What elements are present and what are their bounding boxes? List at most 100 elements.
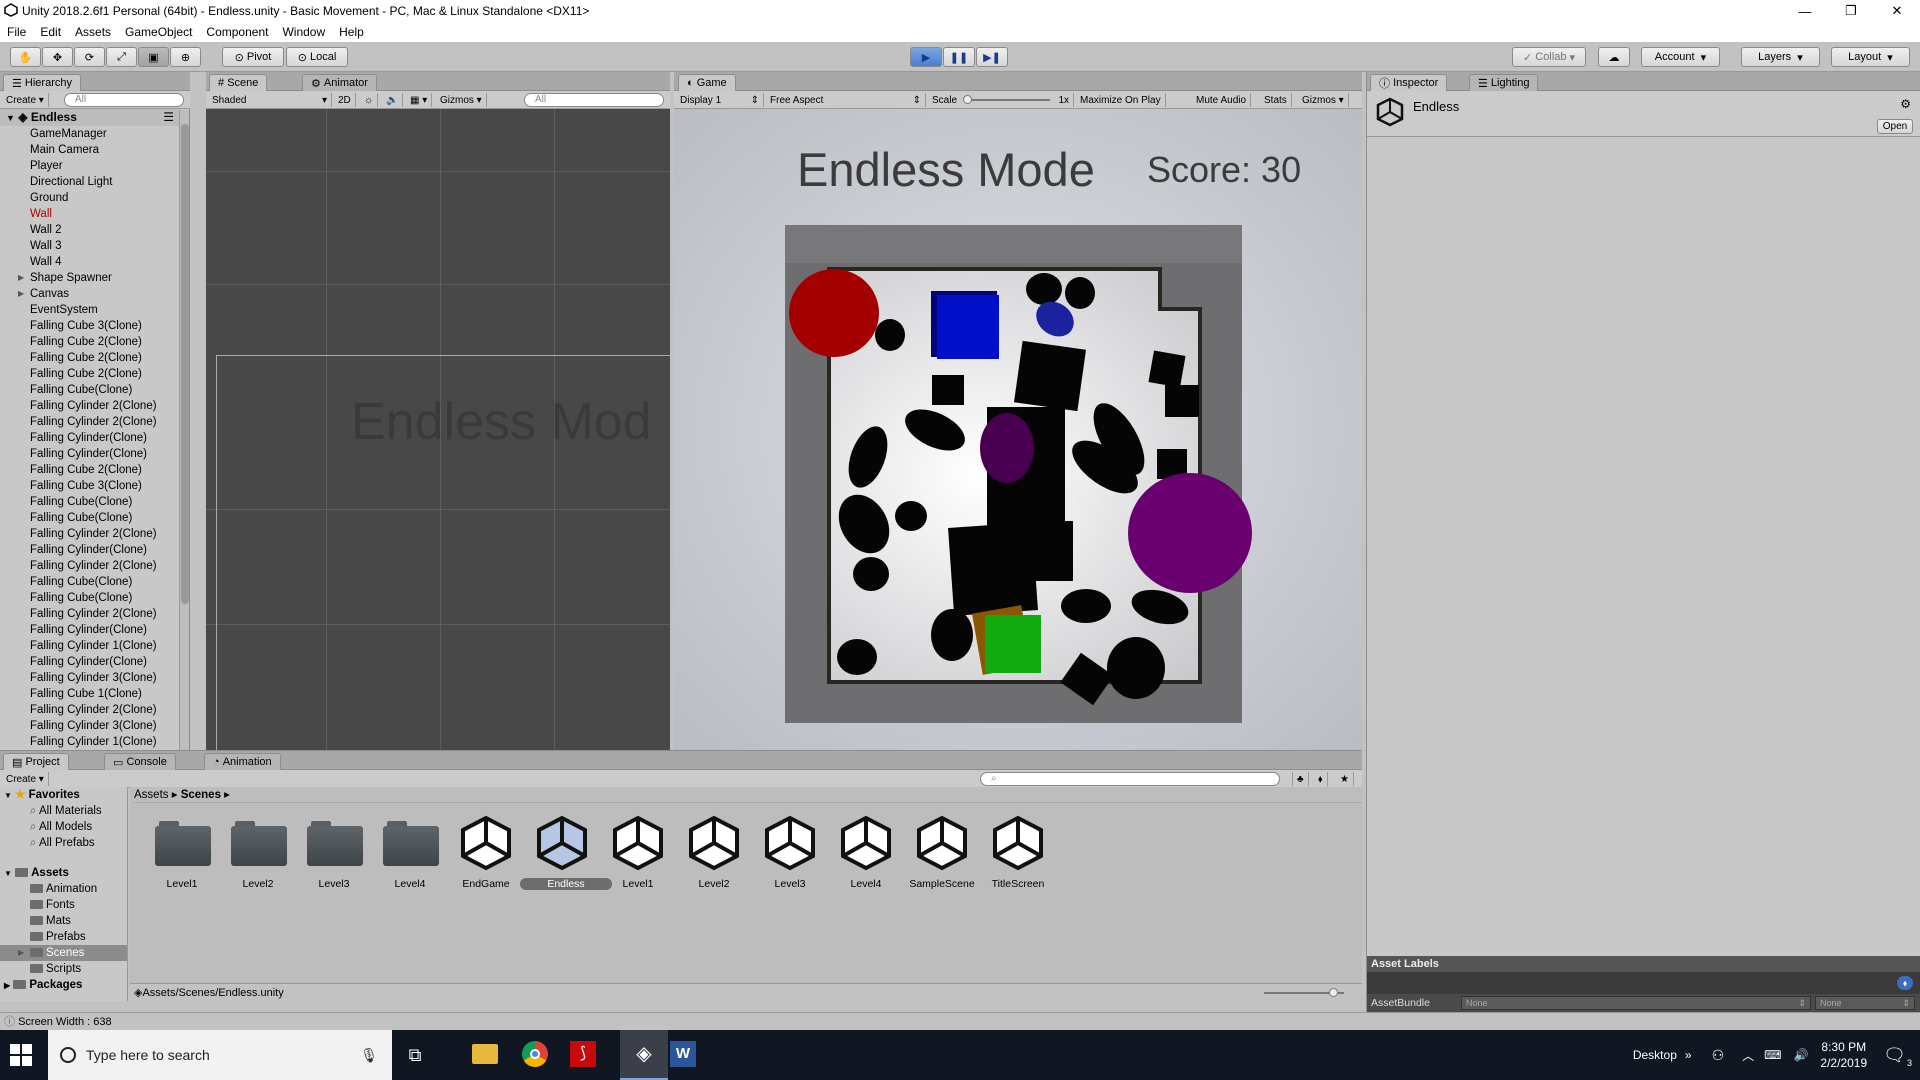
list-item[interactable]: Falling Cylinder 2(Clone)	[0, 702, 180, 718]
maximize-on-play-toggle[interactable]: Maximize On Play	[1076, 93, 1166, 107]
list-item[interactable]: Falling Cylinder 3(Clone)	[0, 670, 180, 686]
menu-assets[interactable]: Assets	[68, 25, 118, 39]
list-item[interactable]: Wall	[0, 206, 180, 222]
tree-item-prefabs[interactable]: Prefabs	[0, 929, 127, 945]
hierarchy-scrollbar[interactable]	[179, 110, 189, 750]
transform-tool-button[interactable]: ⊕	[170, 47, 201, 67]
step-button[interactable]: ▶❚	[976, 47, 1008, 67]
tree-item-all-prefabs[interactable]: ⌕ All Prefabs	[0, 835, 127, 851]
list-item[interactable]: Falling Cube(Clone)	[0, 382, 180, 398]
list-item[interactable]: Falling Cylinder(Clone)	[0, 430, 180, 446]
assetbundle-dropdown[interactable]: None ⇕	[1461, 996, 1811, 1010]
word-icon[interactable]: W	[670, 1041, 696, 1067]
list-item[interactable]: Falling Cube(Clone)	[0, 574, 180, 590]
tray-chevron-icon[interactable]: ︿	[1742, 1047, 1754, 1064]
hierarchy-search-input[interactable]: All	[64, 93, 184, 107]
minimize-button[interactable]: —	[1782, 0, 1828, 22]
play-button[interactable]: ▶	[910, 47, 942, 67]
tab-scene[interactable]: # Scene	[209, 74, 268, 91]
list-item[interactable]: Falling Cylinder 1(Clone)	[0, 734, 180, 750]
toolbar-expand-icon[interactable]: »	[1685, 1048, 1692, 1062]
chrome-icon[interactable]	[522, 1041, 548, 1067]
move-tool-button[interactable]: ✥	[42, 47, 73, 67]
menu-component[interactable]: Component	[199, 25, 275, 39]
close-button[interactable]: ✕	[1874, 0, 1920, 22]
list-item[interactable]: Falling Cylinder 2(Clone)	[0, 606, 180, 622]
icon-size-slider[interactable]	[1264, 988, 1344, 997]
2d-toggle[interactable]: 2D	[334, 93, 356, 107]
list-item[interactable]: Falling Cylinder(Clone)	[0, 542, 180, 558]
list-item[interactable]: Falling Cube 3(Clone)	[0, 478, 180, 494]
effects-dropdown[interactable]: ▦ ▾	[406, 93, 433, 107]
lighting-toggle[interactable]: ☼	[360, 93, 379, 107]
scene-asset[interactable]: EndGame	[448, 814, 524, 890]
list-item[interactable]: EventSystem	[0, 302, 180, 318]
game-gizmos-dropdown[interactable]: Gizmos ▾	[1298, 93, 1349, 107]
settings-gear-icon[interactable]: ⚙	[1900, 97, 1911, 111]
desktop-toolbar[interactable]: Desktop	[1633, 1048, 1677, 1062]
scale-tool-button[interactable]: ⤢	[106, 47, 137, 67]
maximize-button[interactable]: ❐	[1828, 0, 1874, 22]
notification-center-icon[interactable]: 🗨 3	[1883, 1045, 1912, 1068]
pivot-toggle[interactable]: ⊙ Pivot	[222, 47, 284, 67]
folder-asset[interactable]: Level1	[144, 814, 220, 890]
keyboard-icon[interactable]: ⌨	[1764, 1048, 1781, 1062]
menu-file[interactable]: File	[0, 25, 33, 39]
volume-icon[interactable]: 🔊	[1793, 1048, 1808, 1062]
list-item[interactable]: Falling Cube 2(Clone)	[0, 366, 180, 382]
tab-animation[interactable]: ◔ Animation	[204, 753, 281, 770]
scene-asset[interactable]: SampleScene	[904, 814, 980, 890]
scene-asset[interactable]: Level2	[676, 814, 752, 890]
local-toggle[interactable]: ⊙ Local	[286, 47, 348, 67]
list-item[interactable]: Falling Cube 2(Clone)	[0, 462, 180, 478]
list-item[interactable]: Falling Cylinder 2(Clone)	[0, 398, 180, 414]
audio-toggle[interactable]: 🔈	[382, 93, 404, 107]
tree-item-mats[interactable]: Mats	[0, 913, 127, 929]
layout-dropdown[interactable]: Layout ▾	[1831, 47, 1910, 67]
list-item[interactable]: Falling Cube 2(Clone)	[0, 334, 180, 350]
label-tag-icon[interactable]: ⬧	[1897, 976, 1913, 990]
tab-game[interactable]: ◐ Game	[678, 74, 736, 91]
unity-taskbar-icon[interactable]: ◈	[620, 1030, 668, 1080]
tab-hierarchy[interactable]: ☰ Hierarchy	[3, 74, 81, 91]
tree-item-all-models[interactable]: ⌕ All Models	[0, 819, 127, 835]
breadcrumb-assets[interactable]: Assets	[134, 789, 169, 801]
list-item[interactable]: Wall 2	[0, 222, 180, 238]
tree-item-all-materials[interactable]: ⌕ All Materials	[0, 803, 127, 819]
scale-handle[interactable]	[963, 95, 973, 104]
tab-animator[interactable]: ⚙ Animator	[302, 74, 377, 91]
list-item[interactable]: Canvas	[0, 286, 180, 302]
tree-item-fonts[interactable]: Fonts	[0, 897, 127, 913]
filter-type-icon[interactable]: ♣	[1292, 772, 1309, 786]
collab-dropdown[interactable]: ✓ Collab ▾	[1512, 47, 1586, 67]
shading-dropdown[interactable]: Shaded ▾	[208, 93, 332, 107]
list-item[interactable]: Ground	[0, 190, 180, 206]
display-dropdown[interactable]: Display 1 ⇕	[676, 93, 764, 107]
rotate-tool-button[interactable]: ⟳	[74, 47, 105, 67]
scale-slider[interactable]: Scale 1x	[928, 93, 1074, 107]
list-item[interactable]: Falling Cube 2(Clone)	[0, 350, 180, 366]
list-item[interactable]: Falling Cube(Clone)	[0, 494, 180, 510]
list-item[interactable]: Shape Spawner	[0, 270, 180, 286]
folder-asset[interactable]: Level3	[296, 814, 372, 890]
game-viewport[interactable]: Endless Mode Score: 30	[674, 109, 1362, 750]
list-item[interactable]: Falling Cylinder 2(Clone)	[0, 414, 180, 430]
taskbar-search-input[interactable]: Type here to search 🎙	[48, 1030, 392, 1080]
list-item[interactable]: Falling Cylinder 2(Clone)	[0, 526, 180, 542]
scene-asset[interactable]: TitleScreen	[980, 814, 1056, 890]
scene-gizmos-dropdown[interactable]: Gizmos ▾	[436, 93, 487, 107]
tree-item-scenes[interactable]: ▶ Scenes	[0, 945, 127, 961]
list-item[interactable]: Falling Cylinder 1(Clone)	[0, 638, 180, 654]
microphone-icon[interactable]: 🎙	[360, 1047, 378, 1064]
list-item[interactable]: Falling Cylinder 2(Clone)	[0, 558, 180, 574]
filter-label-icon[interactable]: ⬧	[1314, 772, 1328, 786]
breadcrumb-scenes[interactable]: Scenes	[181, 789, 221, 801]
variant-dropdown[interactable]: None ⇕	[1815, 996, 1915, 1010]
list-item[interactable]: Wall 4	[0, 254, 180, 270]
layers-dropdown[interactable]: Layers ▾	[1741, 47, 1820, 67]
list-item[interactable]: Falling Cube 3(Clone)	[0, 318, 180, 334]
file-explorer-icon[interactable]	[472, 1044, 498, 1064]
scene-search-input[interactable]: All	[524, 93, 664, 107]
project-create-dropdown[interactable]: Create ▾	[2, 772, 49, 786]
list-item[interactable]: Falling Cube(Clone)	[0, 510, 180, 526]
